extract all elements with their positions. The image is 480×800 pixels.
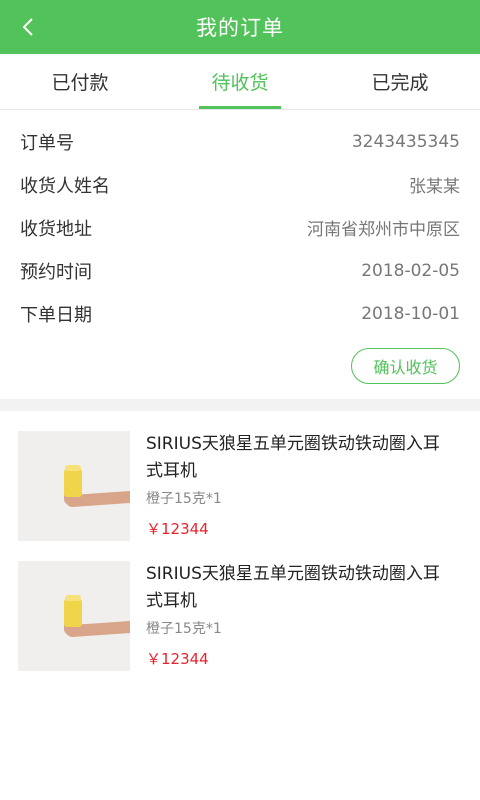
product-spec: 橙子15克*1 bbox=[146, 491, 222, 507]
back-button[interactable] bbox=[10, 0, 46, 54]
product-item[interactable]: SIRIUS天狼星五单元圈铁动铁动圈入耳式耳机 橙子15克*1 ￥12344 bbox=[18, 561, 480, 671]
order-actions: 确认收货 bbox=[20, 335, 460, 397]
order-status-tabs: 已付款 待收货 已完成 bbox=[0, 54, 480, 110]
product-item[interactable]: SIRIUS天狼星五单元圈铁动铁动圈入耳式耳机 橙子15克*1 ￥12344 bbox=[18, 431, 480, 541]
tab-completed[interactable]: 已完成 bbox=[320, 54, 480, 109]
product-info: SIRIUS天狼星五单元圈铁动铁动圈入耳式耳机 橙子15克*1 ￥12344 bbox=[146, 561, 446, 671]
recipient-name-row: 收货人姓名 张某某 bbox=[20, 163, 460, 206]
confirm-receipt-button[interactable]: 确认收货 bbox=[351, 348, 460, 384]
product-image bbox=[18, 561, 130, 671]
delivery-address-value: 河南省郑州市中原区 bbox=[307, 220, 460, 240]
order-number-value: 3243435345 bbox=[351, 131, 460, 152]
appointment-time-value: 2018-02-05 bbox=[361, 260, 460, 281]
recipient-name-label: 收货人姓名 bbox=[20, 175, 110, 197]
order-date-label: 下单日期 bbox=[20, 304, 92, 326]
product-title: SIRIUS天狼星五单元圈铁动铁动圈入耳式耳机 bbox=[146, 564, 440, 611]
appointment-time-label: 预约时间 bbox=[20, 261, 92, 283]
product-list: SIRIUS天狼星五单元圈铁动铁动圈入耳式耳机 橙子15克*1 ￥12344 S… bbox=[0, 411, 480, 671]
order-number-label: 订单号 bbox=[20, 132, 74, 154]
order-info: 订单号 3243435345 收货人姓名 张某某 收货地址 河南省郑州市中原区 … bbox=[0, 110, 480, 397]
product-price: ￥12344 bbox=[146, 520, 209, 538]
product-spec: 橙子15克*1 bbox=[146, 621, 222, 637]
section-divider bbox=[0, 399, 480, 411]
product-title: SIRIUS天狼星五单元圈铁动铁动圈入耳式耳机 bbox=[146, 434, 440, 481]
tab-paid[interactable]: 已付款 bbox=[0, 54, 160, 109]
chevron-left-icon bbox=[22, 18, 33, 36]
delivery-address-row: 收货地址 河南省郑州市中原区 bbox=[20, 206, 460, 249]
order-date-value: 2018-10-01 bbox=[361, 303, 460, 324]
app-header: 我的订单 bbox=[0, 0, 480, 54]
page-title: 我的订单 bbox=[196, 16, 284, 40]
product-price: ￥12344 bbox=[146, 650, 209, 668]
order-number-row: 订单号 3243435345 bbox=[20, 120, 460, 163]
product-image bbox=[18, 431, 130, 541]
delivery-address-label: 收货地址 bbox=[20, 218, 92, 240]
product-info: SIRIUS天狼星五单元圈铁动铁动圈入耳式耳机 橙子15克*1 ￥12344 bbox=[146, 431, 446, 541]
recipient-name-value: 张某某 bbox=[409, 177, 460, 197]
appointment-time-row: 预约时间 2018-02-05 bbox=[20, 249, 460, 292]
order-date-row: 下单日期 2018-10-01 bbox=[20, 292, 460, 335]
tab-pending-receipt[interactable]: 待收货 bbox=[160, 54, 320, 109]
